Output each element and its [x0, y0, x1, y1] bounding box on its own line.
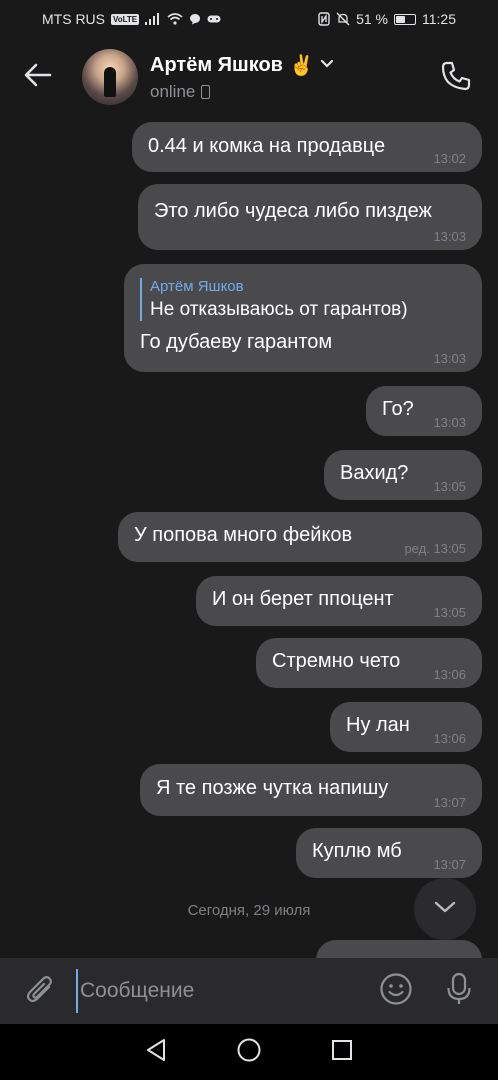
message-bubble[interactable]: Это либо чудеса либо пиздеж 13:03: [138, 184, 482, 250]
smiley-icon: [379, 972, 413, 1011]
message-time: 13:05: [433, 605, 466, 620]
reply-author: Артём Яшков: [150, 278, 244, 295]
clock: 11:25: [422, 11, 456, 27]
microphone-icon: [446, 972, 472, 1011]
circle-home-icon: [236, 1037, 262, 1068]
triangle-back-icon: [145, 1038, 167, 1067]
message-input[interactable]: [76, 969, 366, 1013]
presence-row: online: [150, 82, 334, 102]
paperclip-icon: [25, 973, 55, 1010]
contact-title[interactable]: Артём Яшков ✌️: [150, 53, 334, 78]
message-bubble[interactable]: Вахид? 13:05: [324, 450, 482, 500]
contact-name: Артём Яшков: [150, 53, 283, 76]
scroll-down-button[interactable]: [414, 878, 476, 940]
nfc-icon: [318, 12, 330, 26]
message-bubble[interactable]: 0.44 и комка на продавце 13:02: [132, 122, 482, 172]
message-time: 13:05: [433, 479, 466, 494]
message-time: 13:03: [433, 229, 466, 244]
battery-percent: 51 %: [356, 11, 388, 27]
phone-call-icon: [440, 60, 472, 97]
status-right: 51 % 11:25: [318, 11, 456, 27]
presence-status: online: [150, 81, 196, 101]
nav-back-button[interactable]: [136, 1032, 176, 1072]
back-arrow-icon: [24, 63, 52, 92]
message-text: 0.44 и комка на продавце: [148, 135, 386, 157]
message-time: 13:03: [433, 415, 466, 430]
message-text: И он берет ппоцент: [212, 588, 394, 610]
voice-message-button[interactable]: [437, 969, 481, 1013]
message-text: Я те позже чутка напишу: [156, 777, 389, 799]
message-time: 13:07: [433, 795, 466, 810]
message-time: 13:06: [433, 667, 466, 682]
chevron-down-icon: [433, 900, 457, 919]
message-time: 13:07: [433, 857, 466, 872]
carrier-name: MTS RUS: [42, 11, 105, 27]
battery-fill: [396, 15, 405, 23]
signal-icon: [145, 13, 161, 25]
status-bar: MTS RUS VoLTE 51 % 11:25: [0, 0, 498, 38]
message-composer: [0, 958, 498, 1024]
title-block: Артём Яшков ✌️ online: [150, 53, 334, 102]
nav-home-button[interactable]: [229, 1032, 269, 1072]
message-bubble-with-reply[interactable]: Артём Яшков Не отказываюсь от гарантов) …: [124, 264, 482, 372]
chat-bubble-icon: [189, 13, 201, 25]
message-time: ред. 13:05: [404, 541, 466, 556]
wifi-icon: [167, 13, 183, 25]
chevron-down-icon: [320, 56, 334, 74]
system-nav-bar: [0, 1024, 498, 1080]
volte-badge: VoLTE: [111, 13, 140, 25]
message-time-value: 13:05: [433, 541, 466, 556]
emoji-button[interactable]: [374, 969, 418, 1013]
call-button[interactable]: [432, 54, 480, 102]
back-button[interactable]: [8, 47, 68, 107]
victory-hand-emoji: ✌️: [288, 54, 314, 77]
square-recents-icon: [331, 1039, 353, 1066]
message-bubble[interactable]: И он берет ппоцент 13:05: [196, 576, 482, 626]
message-time: 13:03: [433, 351, 466, 366]
reply-quote[interactable]: Артём Яшков Не отказываюсь от гарантов): [140, 278, 466, 321]
edited-mark: ред.: [404, 541, 430, 556]
message-list[interactable]: 0.44 и комка на продавце 13:02 Это либо …: [0, 116, 498, 958]
battery-icon: [394, 13, 416, 25]
status-left: MTS RUS VoLTE: [42, 11, 221, 27]
message-bubble[interactable]: Ну лан 13:06: [330, 702, 482, 752]
message-bubble-partial[interactable]: [316, 940, 482, 958]
message-time: 13:06: [433, 731, 466, 746]
game-controller-icon: [207, 14, 221, 24]
message-bubble[interactable]: Я те позже чутка напишу 13:07: [140, 764, 482, 816]
message-bubble[interactable]: Куплю мб 13:07: [296, 828, 482, 878]
message-bubble[interactable]: Го? 13:03: [366, 386, 482, 436]
message-text: Го дубаеву гарантом: [140, 331, 333, 353]
message-bubble[interactable]: У попова много фейков ред. 13:05: [118, 512, 482, 562]
mute-bell-icon: [336, 12, 350, 26]
nav-recents-button[interactable]: [322, 1032, 362, 1072]
avatar[interactable]: [82, 49, 138, 105]
mobile-device-icon: [201, 84, 211, 99]
reply-text: Не отказываюсь от гарантов): [150, 299, 408, 320]
attach-button[interactable]: [18, 969, 62, 1013]
message-bubble[interactable]: Стремно чето 13:06: [256, 638, 482, 688]
chat-header: Артём Яшков ✌️ online: [0, 38, 498, 116]
message-text: Это либо чудеса либо пиздеж: [154, 200, 432, 222]
message-time: 13:02: [433, 151, 466, 166]
